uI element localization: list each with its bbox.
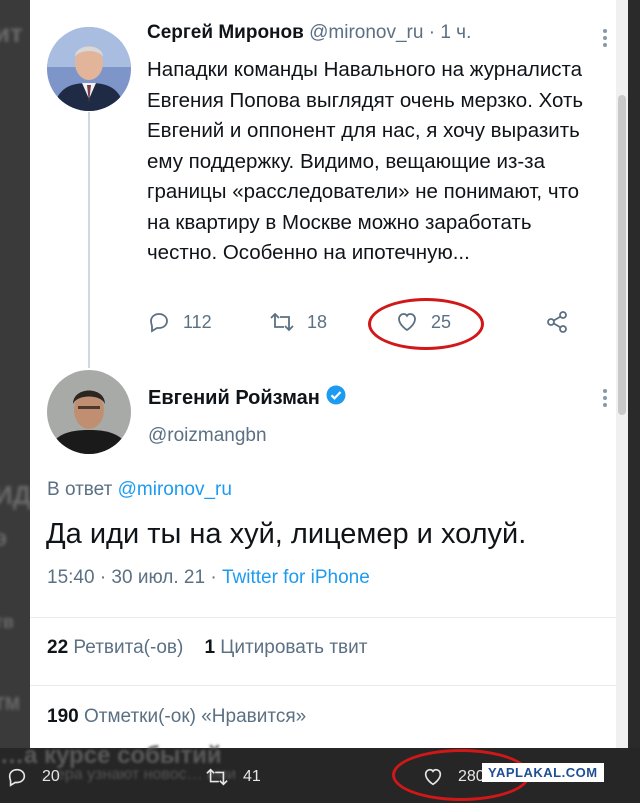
retweet-button[interactable]: 18 — [269, 310, 327, 334]
reply-count: 112 — [183, 311, 212, 332]
stats-retweets-quotes: 22 Ретвита(-ов) 1 Цитировать твит — [47, 637, 367, 659]
bg-fragment: ТМ — [0, 694, 20, 714]
bottom-retweet-count: 41 — [243, 768, 261, 785]
bg-fragment: тв — [0, 612, 14, 632]
bottom-retweet-button[interactable]: 41 — [205, 766, 261, 788]
retweets-stat[interactable]: 22 Ретвита(-ов) — [47, 637, 183, 658]
reply-icon — [8, 768, 26, 787]
reply-button[interactable]: 112 — [147, 310, 212, 334]
retweet-count: 18 — [307, 311, 328, 332]
reply-to-line: В ответ @mironov_ru — [47, 479, 232, 501]
tweet-meta: 15:40 · 30 июл. 21 · Twitter for iPhone — [47, 567, 370, 589]
watermark-logo: YAPLAKAL.COM — [482, 763, 604, 782]
thread-line — [88, 112, 90, 368]
divider — [30, 617, 616, 618]
bg-fragment: Э — [0, 530, 7, 550]
reply-prefix: В ответ — [47, 479, 113, 500]
share-icon — [547, 311, 567, 333]
source-link[interactable]: Twitter for iPhone — [222, 567, 370, 588]
red-circle-highlight — [368, 298, 484, 350]
retweet-icon — [206, 768, 228, 786]
tweet1-header: Сергей Миронов @mironov_ru · 1 ч. — [147, 22, 471, 44]
author-name[interactable]: Евгений Ройзман — [148, 387, 320, 410]
scrollbar-thumb[interactable] — [618, 95, 626, 415]
verified-badge-icon — [326, 385, 346, 411]
bottom-reply-button[interactable]: 20 — [6, 766, 60, 788]
quotes-stat[interactable]: 1 Цитировать твит — [204, 637, 367, 658]
divider — [30, 685, 616, 686]
tweet2-author: Евгений Ройзман — [148, 385, 346, 411]
tweet2-text: Да иди ты на хуй, лицемер и холуй. — [46, 518, 527, 550]
more-icon[interactable] — [602, 388, 608, 408]
time-date[interactable]: 15:40 · 30 июл. 21 · — [47, 567, 222, 588]
handle-time[interactable]: @mironov_ru · 1 ч. — [309, 22, 471, 43]
reply-icon — [150, 313, 168, 333]
likes-stat[interactable]: 190 Отметки(-ок) «Нравится» — [47, 706, 306, 728]
bg-fragment: ит — [0, 18, 23, 48]
more-icon[interactable] — [602, 28, 608, 48]
tweet1-text: Нападки команды Навального на журналиста… — [147, 58, 584, 264]
bg-fragment: ИД — [0, 480, 32, 510]
retweet-icon — [270, 312, 294, 332]
author-name[interactable]: Сергей Миронов — [147, 22, 304, 43]
bottom-reply-count: 20 — [42, 768, 60, 785]
share-button[interactable] — [545, 310, 581, 334]
author-handle[interactable]: @roizmangbn — [148, 425, 267, 447]
background-left-strip: ит ИД Э тв ТМ — [0, 0, 32, 760]
avatar-roizman[interactable] — [47, 370, 131, 454]
scrollbar[interactable] — [616, 0, 628, 748]
reply-handle-link[interactable]: @mironov_ru — [118, 479, 232, 500]
tweet-thread-card: Сергей Миронов @mironov_ru · 1 ч. Нападк… — [30, 0, 628, 748]
avatar-mironov[interactable] — [47, 27, 131, 111]
